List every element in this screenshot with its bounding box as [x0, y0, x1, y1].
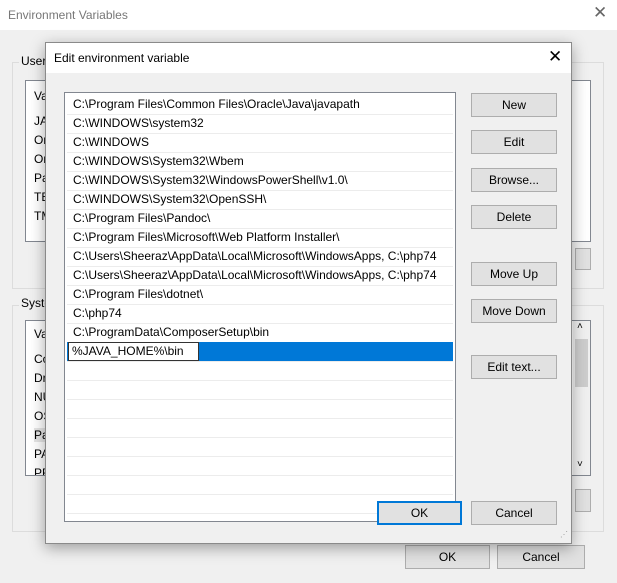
- resize-grip-icon[interactable]: ⋰: [560, 530, 568, 539]
- dialog-ok-button[interactable]: OK: [377, 501, 462, 525]
- dialog-close-icon[interactable]: ✕: [548, 47, 562, 67]
- new-button[interactable]: New: [471, 93, 557, 117]
- dialog-cancel-button[interactable]: Cancel: [471, 501, 557, 525]
- outer-cancel-button[interactable]: Cancel: [497, 545, 585, 569]
- scrollbar[interactable]: ˄ ˅: [573, 321, 590, 475]
- browse-button[interactable]: Browse...: [471, 168, 557, 192]
- move-down-button[interactable]: Move Down: [471, 299, 557, 323]
- empty-row: [67, 418, 453, 438]
- empty-row: [67, 456, 453, 476]
- path-entry-row[interactable]: C:\WINDOWS\System32\WindowsPowerShell\v1…: [67, 171, 453, 191]
- path-entry-row[interactable]: C:\Program Files\Pandoc\: [67, 209, 453, 229]
- empty-row: [67, 380, 453, 400]
- system-button-partial[interactable]: [575, 489, 591, 512]
- path-entry-row[interactable]: C:\WINDOWS: [67, 133, 453, 153]
- outer-title: Environment Variables: [8, 8, 128, 22]
- edit-text-button[interactable]: Edit text...: [471, 355, 557, 379]
- path-entry-row[interactable]: C:\WINDOWS\system32: [67, 114, 453, 134]
- edit-environment-variable-dialog: Edit environment variable ✕ C:\Program F…: [45, 42, 572, 544]
- path-entry-row[interactable]: C:\Program Files\dotnet\: [67, 285, 453, 305]
- path-entry-row[interactable]: C:\WINDOWS\System32\Wbem: [67, 152, 453, 172]
- delete-button[interactable]: Delete: [471, 205, 557, 229]
- path-entry-row[interactable]: C:\Users\Sheeraz\AppData\Local\Microsoft…: [67, 266, 453, 286]
- outer-ok-button[interactable]: OK: [405, 545, 490, 569]
- path-entry-edit-input[interactable]: %JAVA_HOME%\bin: [68, 342, 199, 361]
- dialog-title: Edit environment variable: [54, 51, 190, 65]
- edit-button[interactable]: Edit: [471, 130, 557, 154]
- outer-close-icon[interactable]: ✕: [593, 3, 607, 23]
- path-entry-row[interactable]: C:\ProgramData\ComposerSetup\bin: [67, 323, 453, 343]
- empty-row: [67, 399, 453, 419]
- user-group-label: User: [19, 54, 49, 68]
- path-entry-row[interactable]: C:\Program Files\Microsoft\Web Platform …: [67, 228, 453, 248]
- move-up-button[interactable]: Move Up: [471, 262, 557, 286]
- empty-row: [67, 437, 453, 457]
- empty-row: [67, 475, 453, 495]
- scroll-up-icon[interactable]: ˄: [577, 321, 583, 332]
- scroll-down-icon[interactable]: ˅: [577, 459, 583, 470]
- empty-row: [67, 361, 453, 381]
- path-entry-row-selected[interactable]: %JAVA_HOME%\bin: [67, 342, 453, 362]
- user-button-partial[interactable]: [575, 248, 591, 270]
- path-entry-row[interactable]: C:\Program Files\Common Files\Oracle\Jav…: [67, 95, 453, 115]
- path-entry-row[interactable]: C:\php74: [67, 304, 453, 324]
- path-entries-list[interactable]: C:\Program Files\Common Files\Oracle\Jav…: [64, 92, 456, 522]
- dialog-title-bar: Edit environment variable ✕: [46, 43, 571, 73]
- path-entry-row[interactable]: C:\Users\Sheeraz\AppData\Local\Microsoft…: [67, 247, 453, 267]
- path-entry-row[interactable]: C:\WINDOWS\System32\OpenSSH\: [67, 190, 453, 210]
- scroll-thumb[interactable]: [575, 339, 588, 387]
- outer-title-bar: Environment Variables ✕: [0, 0, 617, 30]
